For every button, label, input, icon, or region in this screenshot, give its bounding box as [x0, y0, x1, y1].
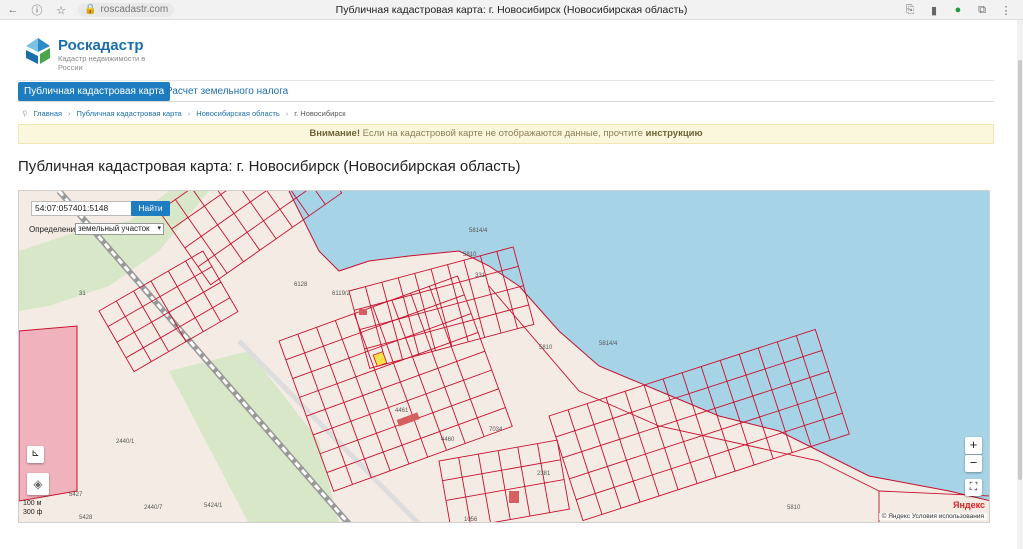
warning-notice: Внимание! Если на кадастровой карте не о…: [18, 124, 994, 144]
cadastral-number-input[interactable]: 54:07:057401:5148: [31, 201, 134, 216]
zoom-in-button[interactable]: +: [965, 437, 982, 454]
address-text: roscadastr.com: [100, 4, 169, 15]
site-logo[interactable]: Роскадастр Кадастр недвижимости в России: [26, 38, 158, 72]
define-label: Определение:: [29, 225, 82, 234]
pin-icon: ⚲: [22, 109, 28, 118]
map-label: 331: [475, 273, 486, 279]
map-label: 31: [79, 291, 86, 297]
map-label: 5814/4: [469, 228, 488, 234]
roskadastr-logo-icon: [26, 38, 50, 64]
back-arrow-icon[interactable]: ←: [6, 3, 20, 17]
ruler-icon[interactable]: ⊾: [27, 446, 44, 463]
fullscreen-button[interactable]: ⛶: [965, 479, 982, 496]
translate-icon[interactable]: ⎘: [903, 3, 917, 17]
map-copyright[interactable]: © Яндекс Условия использования: [878, 513, 987, 520]
map-label: 2440/7: [144, 505, 163, 511]
breadcrumb-region[interactable]: Новосибирская область: [196, 109, 280, 118]
main-nav: Публичная кадастровая карта Расчет земел…: [18, 80, 994, 102]
breadcrumb: ⚲ Главная › Публичная кадастровая карта …: [22, 109, 346, 118]
zoom-out-button[interactable]: −: [965, 455, 982, 472]
map-canvas[interactable]: 5814/4 5810 6128 6119/2 31 5810 5814/4 4…: [19, 191, 990, 523]
bookmark-icon[interactable]: ▮: [927, 3, 941, 17]
logo-subtitle: Кадастр недвижимости в России: [58, 54, 146, 72]
page-scrollbar[interactable]: [1017, 20, 1023, 549]
lock-icon: 🔒: [84, 4, 97, 15]
extensions-icon[interactable]: ⧉: [975, 3, 989, 17]
tab-public-map[interactable]: Публичная кадастровая карта: [18, 82, 171, 101]
map-label: 5810: [539, 345, 553, 351]
map-label: 4461: [395, 408, 409, 414]
breadcrumb-map[interactable]: Публичная кадастровая карта: [77, 109, 182, 118]
scale-bar: 100 м 300 ф: [23, 499, 42, 517]
shield-icon[interactable]: ●: [951, 3, 965, 17]
map-label: 6128: [294, 282, 308, 288]
page-title: Публичная кадастровая карта: г. Новосиби…: [18, 158, 521, 175]
layers-icon[interactable]: ◈: [27, 473, 49, 495]
menu-icon[interactable]: ⋮: [999, 3, 1013, 17]
find-button[interactable]: Найти: [131, 201, 170, 216]
map-label: 5424/1: [204, 503, 223, 509]
map-label: 1056: [464, 517, 478, 523]
star-icon[interactable]: ☆: [54, 3, 68, 17]
define-select[interactable]: земельный участок ▾: [75, 223, 164, 235]
cadastral-map[interactable]: 5814/4 5810 6128 6119/2 31 5810 5814/4 4…: [18, 190, 990, 523]
map-label: 5428: [79, 515, 93, 521]
yandex-logo[interactable]: Яндекс: [953, 500, 985, 510]
logo-name: Роскадастр: [58, 37, 144, 54]
notice-prefix: Внимание!: [309, 128, 361, 139]
scale-bottom: 300 ф: [23, 509, 43, 516]
map-label: 7034: [489, 427, 503, 433]
map-label: 2440/1: [116, 439, 135, 445]
browser-actions: ⎘ ▮ ● ⧉ ⋮: [903, 3, 1013, 17]
tab-land-tax[interactable]: Расчет земельного налога: [162, 82, 292, 101]
map-label: 6119/2: [332, 291, 351, 297]
chevron-down-icon: ▾: [157, 225, 161, 232]
scale-top: 100 м: [23, 500, 42, 507]
breadcrumb-city: г. Новосибирск: [294, 109, 346, 118]
browser-toolbar: ← ⓘ ☆ 🔒 roscadastr.com Публичная кадастр…: [0, 0, 1023, 20]
map-label: 5427: [69, 492, 83, 498]
address-bar[interactable]: 🔒 roscadastr.com: [78, 3, 175, 17]
notice-text: Если на кадастровой карте не отображаютс…: [360, 128, 646, 139]
breadcrumb-home[interactable]: Главная: [34, 109, 63, 118]
notice-link[interactable]: инструкцию: [646, 128, 703, 139]
map-label: 5810: [787, 505, 801, 511]
chevron-right-icon: ›: [187, 109, 191, 118]
define-select-value: земельный участок: [78, 224, 150, 233]
map-label: 2381: [537, 471, 551, 477]
map-label: 5810: [463, 252, 477, 258]
scrollbar-thumb[interactable]: [1018, 60, 1022, 480]
chevron-right-icon: ›: [68, 109, 71, 118]
chevron-right-icon: ›: [285, 109, 289, 118]
map-label: 4460: [441, 437, 455, 443]
info-icon[interactable]: ⓘ: [30, 3, 44, 17]
map-label: 5814/4: [599, 341, 618, 347]
